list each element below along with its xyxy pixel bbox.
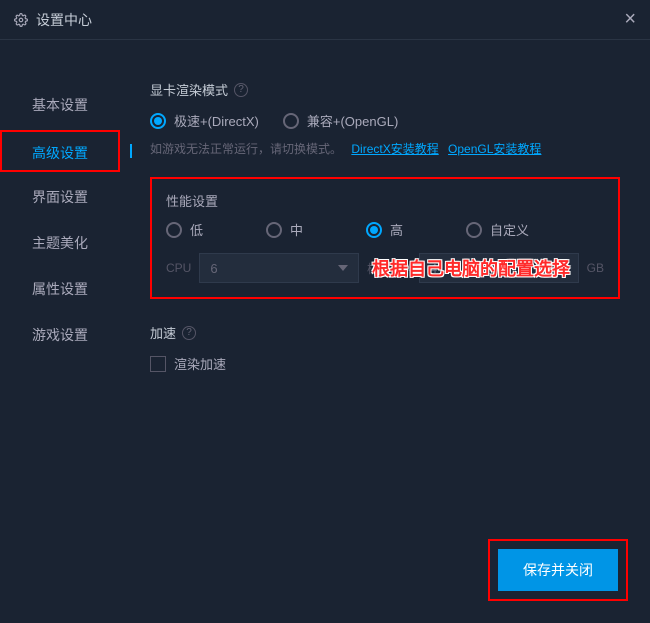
save-button[interactable]: 保存并关闭 [498, 549, 618, 591]
radio-mid[interactable]: 中 [266, 220, 366, 239]
link-opengl-tutorial[interactable]: OpenGL安装教程 [448, 142, 541, 156]
window-title: 设置中心 [36, 10, 92, 30]
link-directx-tutorial[interactable]: DirectX安装教程 [351, 142, 438, 156]
content-area: 显卡渲染模式 ? 极速+(DirectX) 兼容+(OpenGL) 如游戏无法正… [120, 40, 650, 623]
render-accel-label: 渲染加速 [174, 354, 226, 373]
cpu-value: 6 [210, 261, 217, 276]
radio-high-label: 高 [390, 220, 403, 239]
radio-circle-icon [283, 113, 299, 129]
radio-directx-label: 极速+(DirectX) [174, 111, 259, 130]
radio-directx[interactable]: 极速+(DirectX) [150, 111, 259, 130]
help-icon[interactable]: ? [234, 83, 248, 97]
radio-circle-icon [150, 113, 166, 129]
accel-label-row: 加速 ? [150, 323, 620, 342]
sidebar: 基本设置 高级设置 界面设置 主题美化 属性设置 游戏设置 [0, 40, 120, 623]
accel-section: 加速 ? 渲染加速 [150, 323, 620, 373]
radio-low[interactable]: 低 [166, 220, 266, 239]
cpu-label: CPU [166, 261, 191, 275]
radio-circle-icon [366, 222, 382, 238]
radio-circle-icon [266, 222, 282, 238]
save-button-highlight: 保存并关闭 [488, 539, 628, 601]
performance-label: 性能设置 [166, 191, 604, 210]
radio-opengl-label: 兼容+(OpenGL) [307, 111, 398, 130]
nav-theme[interactable]: 主题美化 [0, 222, 120, 264]
radio-circle-icon [166, 222, 182, 238]
radio-low-label: 低 [190, 220, 203, 239]
render-mode-label: 显卡渲染模式 ? [150, 80, 620, 99]
gear-icon [14, 13, 28, 27]
radio-high[interactable]: 高 [366, 220, 466, 239]
close-icon[interactable]: × [624, 8, 636, 31]
nav-property[interactable]: 属性设置 [0, 268, 120, 310]
render-accel-checkbox[interactable] [150, 356, 166, 372]
radio-circle-icon [466, 222, 482, 238]
annotation-text: 根据自己电脑的配置选择 [372, 255, 570, 281]
titlebar: 设置中心 × [0, 0, 650, 40]
radio-custom-label: 自定义 [490, 220, 529, 239]
render-mode-text: 显卡渲染模式 [150, 80, 228, 99]
render-mode-options: 极速+(DirectX) 兼容+(OpenGL) [150, 111, 620, 130]
radio-custom[interactable]: 自定义 [466, 220, 566, 239]
radio-opengl[interactable]: 兼容+(OpenGL) [283, 111, 398, 130]
nav-advanced[interactable]: 高级设置 [0, 130, 120, 172]
nav-game[interactable]: 游戏设置 [0, 314, 120, 356]
nav-interface[interactable]: 界面设置 [0, 176, 120, 218]
mem-unit: GB [587, 261, 604, 275]
chevron-down-icon [338, 265, 348, 271]
accel-label: 加速 [150, 323, 176, 342]
accel-checkbox-row: 渲染加速 [150, 354, 620, 373]
performance-levels: 低 中 高 自定义 [166, 220, 604, 239]
hint-prefix: 如游戏无法正常运行，请切换模式。 [150, 142, 342, 156]
help-icon[interactable]: ? [182, 326, 196, 340]
cpu-select[interactable]: 6 [199, 253, 359, 283]
nav-basic[interactable]: 基本设置 [0, 84, 120, 126]
radio-mid-label: 中 [290, 220, 303, 239]
render-hint: 如游戏无法正常运行，请切换模式。 DirectX安装教程 OpenGL安装教程 [150, 140, 620, 157]
